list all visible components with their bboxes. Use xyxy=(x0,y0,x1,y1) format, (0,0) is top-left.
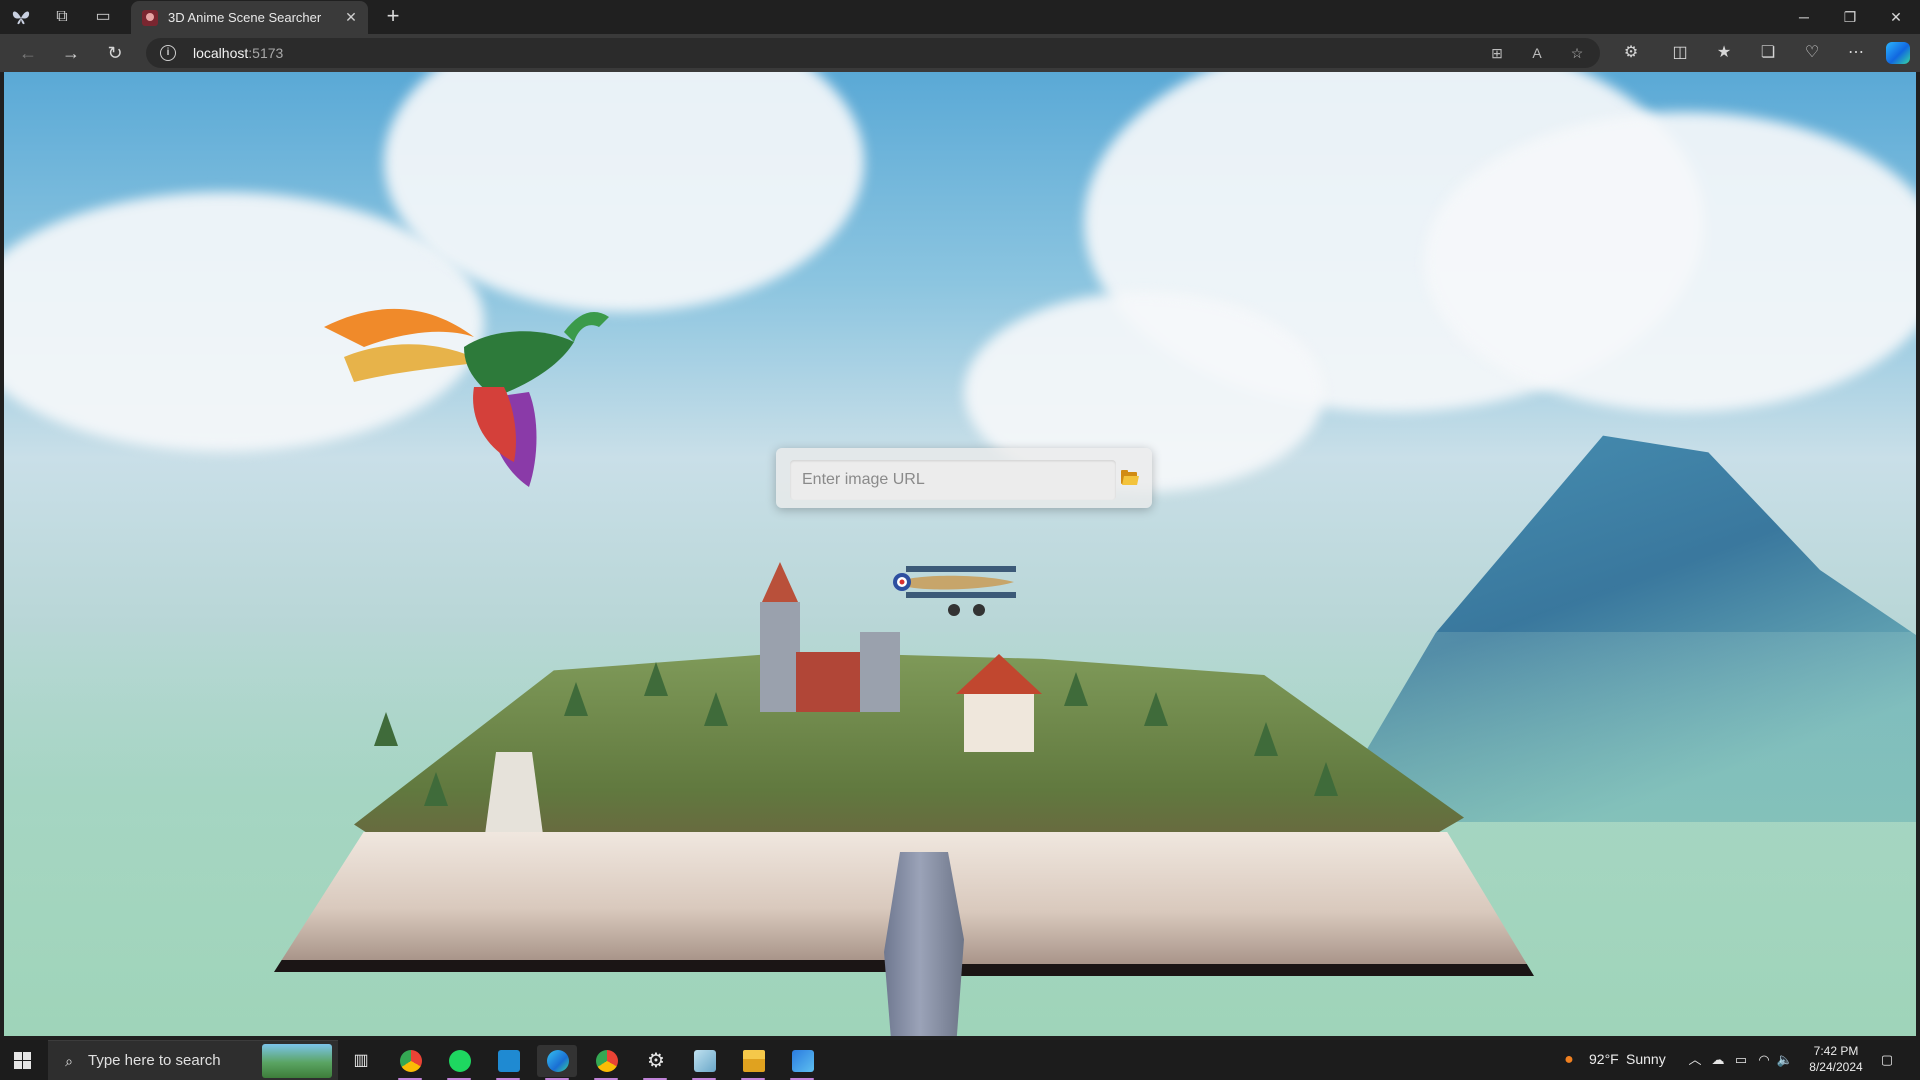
book-left-page xyxy=(274,832,914,972)
butterfly-profile-icon[interactable] xyxy=(10,6,32,28)
phoenix-model xyxy=(324,308,609,487)
address-url[interactable]: localhost:5173 xyxy=(193,45,283,61)
tree xyxy=(374,712,398,746)
tree xyxy=(1254,722,1278,756)
address-bar[interactable]: i localhost:5173 ⊞ A ☆ xyxy=(146,38,1600,68)
minimize-button[interactable]: ─ xyxy=(1781,0,1827,34)
close-window-button[interactable]: ✕ xyxy=(1873,0,1919,34)
house-model xyxy=(956,654,1042,752)
url-host: localhost xyxy=(193,45,249,61)
tab-title: 3D Anime Scene Searcher xyxy=(168,10,322,25)
taskbar-search[interactable]: ⌕ Type here to search xyxy=(48,1040,338,1080)
split-screen-icon[interactable]: ◫ xyxy=(1669,42,1691,64)
chrome-icon[interactable] xyxy=(390,1045,430,1080)
taskbar-search-placeholder: Type here to search xyxy=(88,1052,221,1069)
vscode-icon[interactable] xyxy=(488,1045,528,1080)
collections-icon[interactable]: ❏ xyxy=(1757,42,1779,64)
favorites-icon[interactable]: ★ xyxy=(1713,42,1735,64)
new-tab-button[interactable]: + xyxy=(382,5,404,27)
windows-start-icon[interactable] xyxy=(14,1052,31,1069)
tab-actions-icon[interactable]: ▭ xyxy=(92,6,114,28)
tree xyxy=(564,682,588,716)
battery-icon[interactable]: ▭ xyxy=(1732,1051,1750,1069)
navigation-bar: ← → ↻ i localhost:5173 ⊞ A ☆ ⚙ ◫ ★ ❏ ♡ ⋯ xyxy=(0,34,1920,72)
tree xyxy=(1314,762,1338,796)
book-right-page xyxy=(914,832,1534,976)
scene-canvas[interactable] xyxy=(4,72,1916,1036)
onedrive-cloud-icon[interactable]: ☁ xyxy=(1709,1051,1727,1069)
spotify-icon[interactable] xyxy=(439,1045,479,1080)
search-icon: ⌕ xyxy=(65,1053,73,1069)
settings-gear-icon[interactable]: ⚙ xyxy=(635,1045,675,1080)
search-panel xyxy=(776,448,1152,508)
search-highlight-image xyxy=(262,1044,332,1078)
weather-sun-icon[interactable]: ● xyxy=(1560,1051,1578,1069)
tree xyxy=(1064,672,1088,706)
close-tab-icon[interactable]: ✕ xyxy=(342,8,360,26)
task-view-icon[interactable]: ▥ xyxy=(340,1045,380,1077)
url-port: :5173 xyxy=(248,45,284,61)
chrome-icon-2[interactable] xyxy=(586,1045,626,1080)
edge-icon[interactable] xyxy=(537,1045,577,1080)
browser-window: ⧉ ▭ 3D Anime Scene Searcher ✕ + ─ ❐ ✕ ← … xyxy=(0,0,1920,1080)
tab-bar: ⧉ ▭ 3D Anime Scene Searcher ✕ + ─ ❐ ✕ xyxy=(0,0,1920,34)
cloud xyxy=(1424,112,1916,412)
castle-model xyxy=(760,562,910,712)
refresh-button[interactable]: ↻ xyxy=(103,42,127,64)
folder-open-icon[interactable] xyxy=(1118,468,1142,490)
tree xyxy=(424,772,448,806)
back-button[interactable]: ← xyxy=(16,42,40,64)
extensions-icon[interactable]: ⚙ xyxy=(1620,42,1642,64)
tree xyxy=(1144,692,1168,726)
browser-essentials-icon[interactable]: ♡ xyxy=(1801,42,1823,64)
clock-time: 7:42 PM xyxy=(1813,1044,1859,1058)
photos-app-icon[interactable] xyxy=(782,1045,822,1080)
read-aloud-icon[interactable]: A xyxy=(1527,43,1547,63)
site-info-icon[interactable]: i xyxy=(160,45,176,61)
workspaces-icon[interactable]: ⧉ xyxy=(51,6,73,28)
copilot-icon[interactable] xyxy=(1886,42,1910,64)
weather-temp[interactable]: 92°F xyxy=(1589,1051,1619,1067)
notes-app-icon[interactable] xyxy=(684,1045,724,1080)
site-favicon-icon xyxy=(142,10,158,26)
show-hidden-icons-chevron-icon[interactable]: ︿ xyxy=(1686,1051,1704,1069)
app-available-icon[interactable]: ⊞ xyxy=(1487,43,1507,63)
file-explorer-icon[interactable] xyxy=(733,1045,773,1080)
volume-icon[interactable]: 🔈 xyxy=(1776,1051,1794,1069)
forward-button[interactable]: → xyxy=(59,42,83,64)
tree xyxy=(644,662,668,696)
weather-condition[interactable]: Sunny xyxy=(1626,1051,1666,1067)
wifi-icon[interactable]: ◠ xyxy=(1755,1051,1773,1069)
favorite-star-icon[interactable]: ☆ xyxy=(1567,43,1587,63)
system-clock[interactable]: 7:42 PM 8/24/2024 xyxy=(1800,1043,1872,1075)
tab-active[interactable]: 3D Anime Scene Searcher ✕ xyxy=(131,1,368,34)
restore-button[interactable]: ❐ xyxy=(1827,0,1873,34)
rock-pillar xyxy=(884,852,964,1036)
image-url-input[interactable] xyxy=(790,460,1116,500)
notifications-icon[interactable]: ▢ xyxy=(1878,1051,1896,1069)
tree xyxy=(704,692,728,726)
clock-date: 8/24/2024 xyxy=(1809,1060,1863,1074)
more-menu-icon[interactable]: ⋯ xyxy=(1845,42,1867,64)
taskbar: ⌕ Type here to search ▥ ⚙ ● 92°F Sunny ︿… xyxy=(0,1040,1920,1080)
